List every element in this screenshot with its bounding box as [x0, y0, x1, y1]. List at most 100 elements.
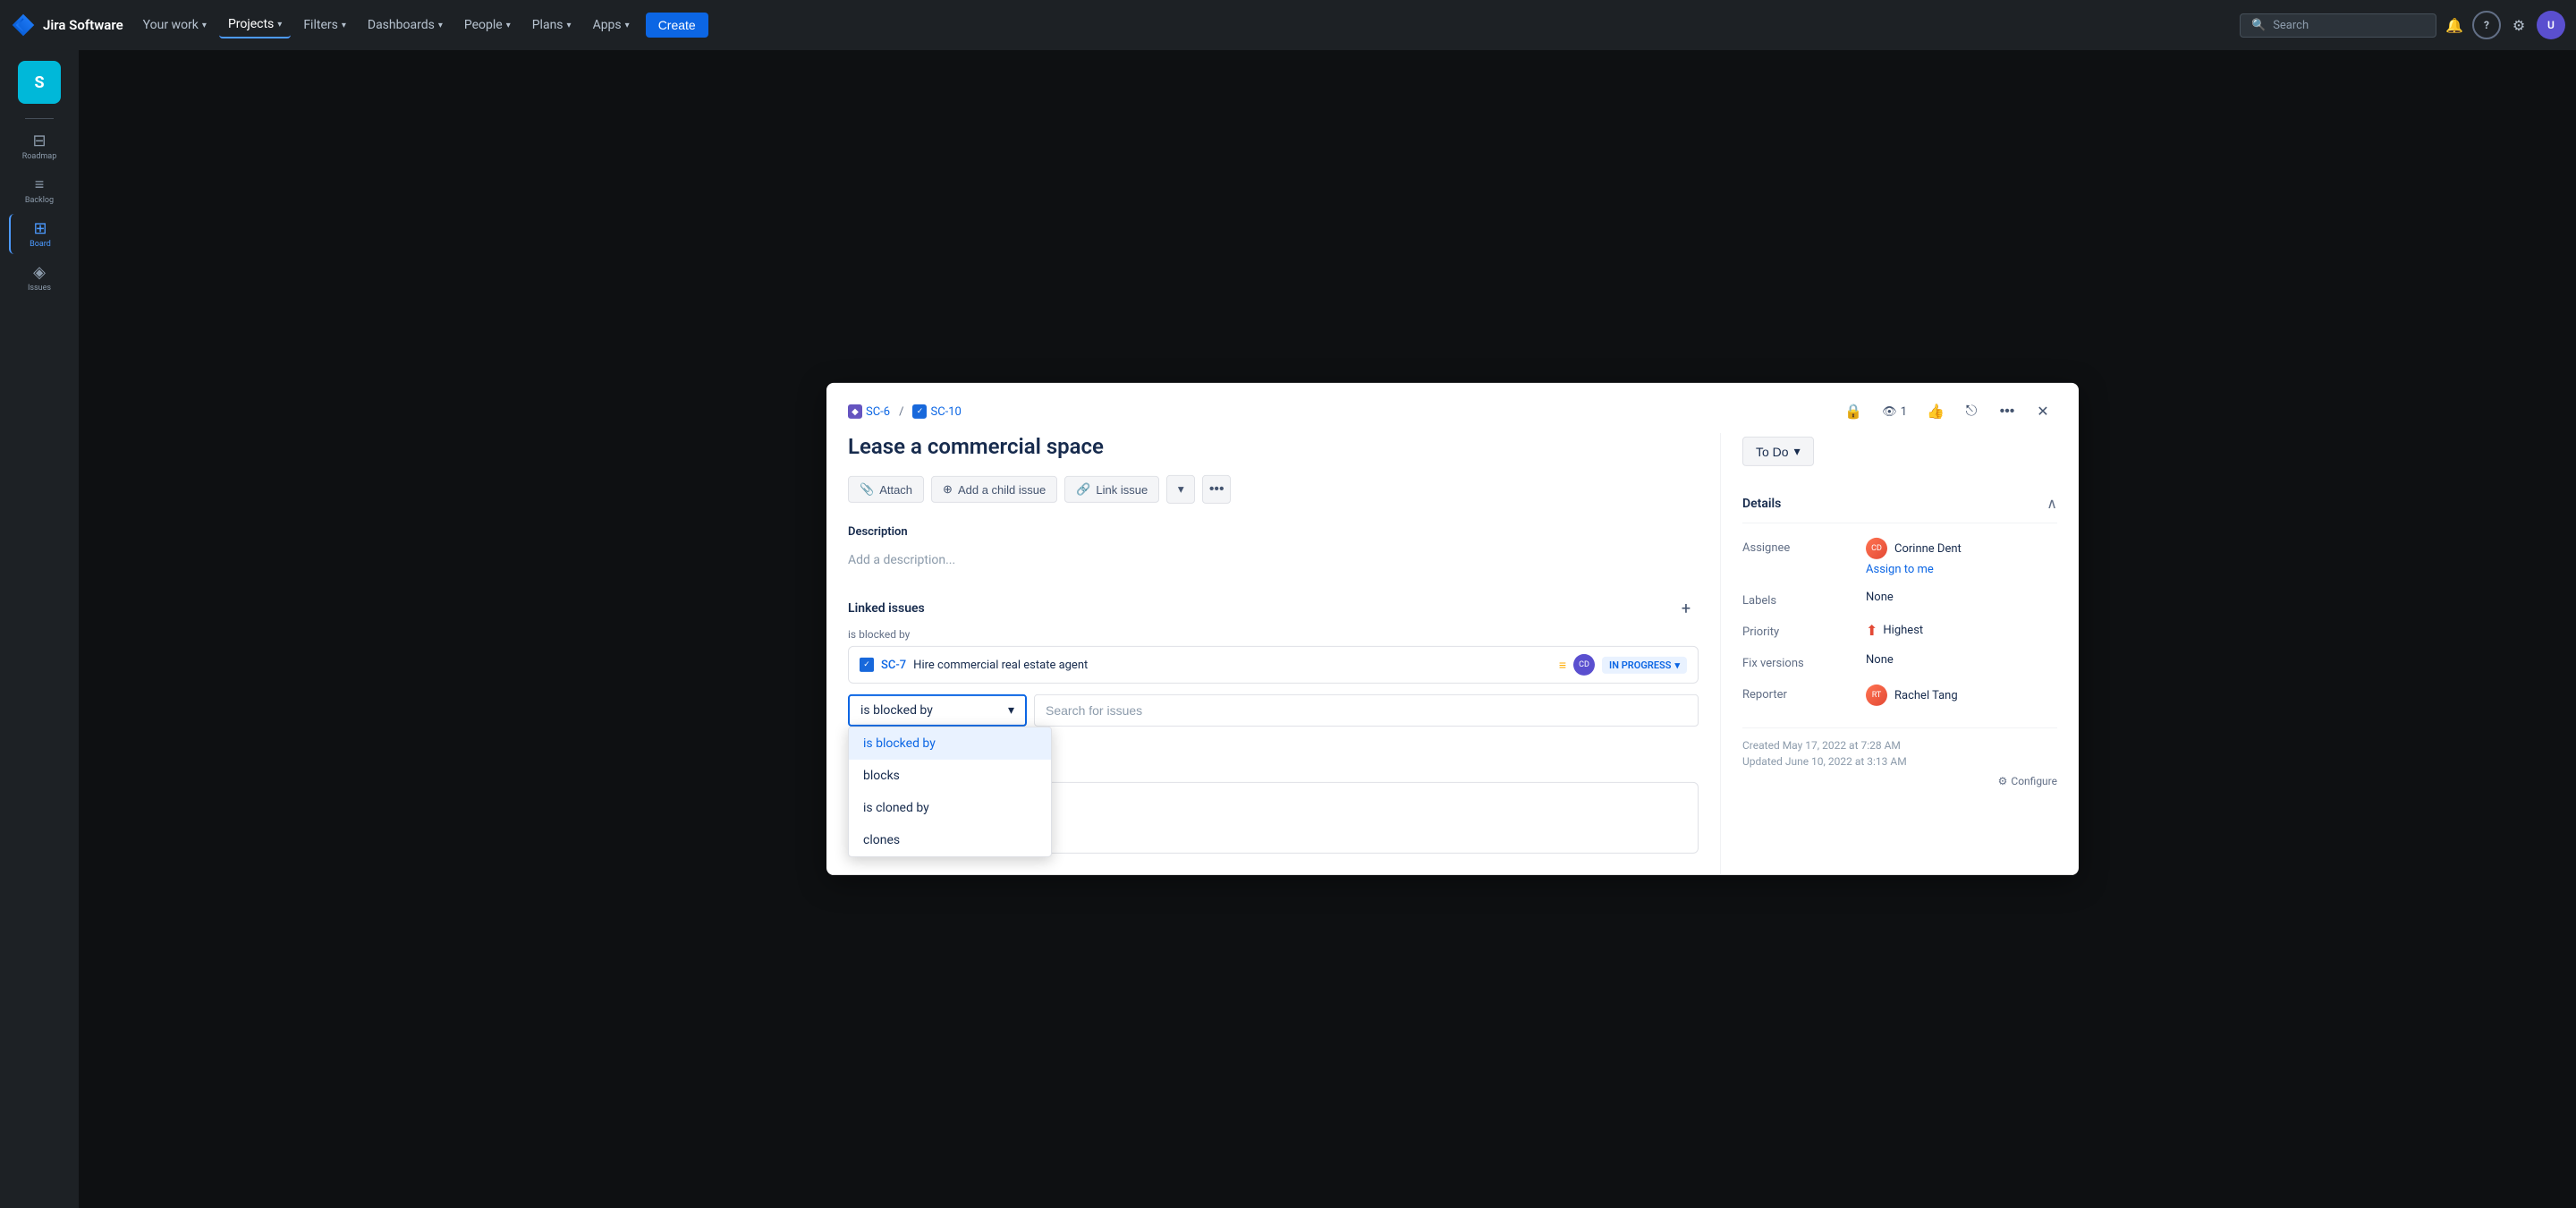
attach-icon: 📎 — [860, 482, 874, 497]
dropdown-item-is-blocked-by[interactable]: is blocked by — [849, 727, 1051, 760]
dropdown-item-is-cloned-by[interactable]: is cloned by — [849, 792, 1051, 824]
meta-info: Created May 17, 2022 at 7:28 AM Updated … — [1742, 727, 2057, 787]
app-logo[interactable]: Jira Software — [11, 13, 123, 38]
breadcrumb-separator: / — [899, 404, 903, 418]
add-linked-issue-button[interactable]: + — [1674, 596, 1699, 621]
linked-issue-status-badge[interactable]: IN PROGRESS ▾ — [1602, 657, 1687, 674]
detail-row-assignee: Assignee CD Corinne Dent Assign to me — [1742, 538, 2057, 576]
details-collapse-button[interactable]: ∧ — [2046, 495, 2057, 512]
reporter-avatar: RT — [1866, 685, 1887, 706]
more-options-button[interactable]: ••• — [1993, 397, 2021, 426]
link-type-dropdown-menu: is blocked by blocks is cloned by clones — [848, 727, 1052, 857]
modal-header: ◆ SC-6 / ✓ SC-10 🔒 👁 1 👍 ⎋ ••• — [826, 383, 2079, 433]
link-type-chevron-icon: ▾ — [1008, 703, 1014, 718]
topnav: Jira Software Your work ▾ Projects ▾ Fil… — [0, 0, 2576, 50]
nav-your-work[interactable]: Your work ▾ — [134, 13, 216, 38]
breadcrumb-current[interactable]: ✓ SC-10 — [912, 404, 961, 419]
watch-button[interactable]: 👁 1 — [1875, 401, 1914, 421]
modal-header-actions: 🔒 👁 1 👍 ⎋ ••• ✕ — [1839, 397, 2057, 426]
linked-issue-summary: Hire commercial real estate agent — [913, 659, 1552, 672]
description-placeholder[interactable]: Add a description... — [848, 546, 1699, 574]
modal-body: Lease a commercial space 📎 Attach ⊕ Add … — [826, 433, 2079, 875]
created-text: Created May 17, 2022 at 7:28 AM — [1742, 739, 2057, 752]
status-label: To Do — [1756, 444, 1789, 458]
projects-chevron-icon: ▾ — [277, 20, 282, 30]
assignee-row: CD Corinne Dent — [1866, 538, 2057, 559]
nav-apps[interactable]: Apps ▾ — [584, 13, 639, 38]
sidebar-item-roadmap[interactable]: ⊟ Roadmap — [9, 126, 70, 166]
actions-dropdown-button[interactable]: ▾ — [1166, 475, 1195, 504]
assignee-label: Assignee — [1742, 538, 1859, 555]
assignee-avatar: CD — [1866, 538, 1887, 559]
link-type-selected-value: is blocked by — [860, 703, 933, 718]
linked-issue-key[interactable]: SC-7 — [881, 659, 906, 672]
reporter-name: Rachel Tang — [1894, 688, 1958, 702]
filters-chevron-icon: ▾ — [342, 21, 346, 30]
breadcrumb-parent[interactable]: ◆ SC-6 — [848, 404, 890, 419]
user-avatar[interactable]: U — [2537, 11, 2565, 39]
status-button[interactable]: To Do ▾ — [1742, 437, 1814, 466]
sidebar-item-board[interactable]: ⊞ Board — [9, 214, 70, 254]
details-title: Details — [1742, 496, 1781, 510]
nav-plans[interactable]: Plans ▾ — [523, 13, 580, 38]
modal-right-panel: To Do ▾ Details ∧ Assignee — [1721, 433, 2079, 875]
priority-label: Priority — [1742, 622, 1859, 639]
link-issue-button[interactable]: 🔗 Link issue — [1064, 476, 1159, 503]
search-bar[interactable]: 🔍 Search — [2240, 13, 2436, 38]
configure-button[interactable]: ⚙ Configure — [1998, 775, 2057, 787]
sidebar-item-label: Board — [30, 240, 51, 249]
linked-issue-priority-icon: ≡ — [1559, 658, 1566, 673]
action-bar: 📎 Attach ⊕ Add a child issue 🔗 Link issu… — [848, 475, 1699, 504]
labels-value[interactable]: None — [1866, 591, 2057, 604]
parent-issue-type-icon: ◆ — [848, 404, 862, 419]
configure-icon: ⚙ — [1998, 775, 2008, 787]
dashboards-chevron-icon: ▾ — [438, 21, 443, 30]
status-chevron-icon: ▾ — [1674, 659, 1680, 671]
linked-issue-row: ✓ SC-7 Hire commercial real estate agent… — [848, 646, 1699, 684]
linked-issues-title: Linked issues — [848, 601, 925, 616]
current-issue-type-icon: ✓ — [912, 404, 927, 419]
your-work-chevron-icon: ▾ — [202, 21, 207, 30]
roadmap-icon: ⊟ — [32, 132, 46, 150]
reporter-value: RT Rachel Tang — [1866, 685, 2057, 706]
assignee-value: CD Corinne Dent Assign to me — [1866, 538, 2057, 576]
nav-filters[interactable]: Filters ▾ — [294, 13, 355, 38]
jira-logo-icon — [11, 13, 36, 38]
apps-chevron-icon: ▾ — [625, 21, 630, 30]
notifications-button[interactable]: 🔔 — [2440, 11, 2469, 39]
detail-row-reporter: Reporter RT Rachel Tang — [1742, 685, 2057, 706]
fix-versions-value[interactable]: None — [1866, 653, 2057, 667]
priority-value[interactable]: ⬆ Highest — [1866, 622, 2057, 639]
dropdown-item-blocks[interactable]: blocks — [849, 760, 1051, 792]
sidebar-item-backlog[interactable]: ≡ Backlog — [9, 170, 70, 210]
backlog-icon: ≡ — [35, 175, 45, 194]
assign-to-me-button[interactable]: Assign to me — [1866, 563, 2057, 576]
close-button[interactable]: ✕ — [2029, 397, 2057, 426]
link-icon: 🔗 — [1076, 482, 1090, 497]
breadcrumb-current-key: SC-10 — [930, 404, 961, 418]
breadcrumb-parent-key: SC-6 — [866, 404, 890, 418]
description-label: Description — [848, 525, 1699, 539]
assignee-name: Corinne Dent — [1894, 541, 1962, 555]
search-issues-input[interactable] — [1034, 694, 1699, 727]
attach-button[interactable]: 📎 Attach — [848, 476, 924, 503]
nav-dashboards[interactable]: Dashboards ▾ — [359, 13, 452, 38]
share-button[interactable]: ⎋ — [1957, 397, 1986, 426]
link-type-select[interactable]: is blocked by ▾ — [848, 694, 1027, 727]
like-button[interactable]: 👍 — [1921, 397, 1950, 426]
issue-title: Lease a commercial space — [848, 433, 1699, 461]
configure-row: ⚙ Configure — [1742, 775, 2057, 787]
help-button[interactable]: ? — [2472, 11, 2501, 39]
dropdown-item-clones[interactable]: clones — [849, 824, 1051, 856]
nav-people[interactable]: People ▾ — [455, 13, 520, 38]
nav-projects[interactable]: Projects ▾ — [219, 12, 291, 38]
more-actions-button[interactable]: ••• — [1202, 475, 1231, 504]
create-button[interactable]: Create — [646, 13, 708, 38]
sidebar-item-issues[interactable]: ◈ Issues — [9, 258, 70, 298]
settings-button[interactable]: ⚙ — [2504, 11, 2533, 39]
lock-button[interactable]: 🔒 — [1839, 397, 1868, 426]
add-child-issue-button[interactable]: ⊕ Add a child issue — [931, 476, 1057, 503]
sidebar-item-label: Backlog — [25, 196, 54, 205]
project-avatar[interactable]: S — [18, 61, 61, 104]
sidebar-item-label: Roadmap — [22, 152, 57, 161]
